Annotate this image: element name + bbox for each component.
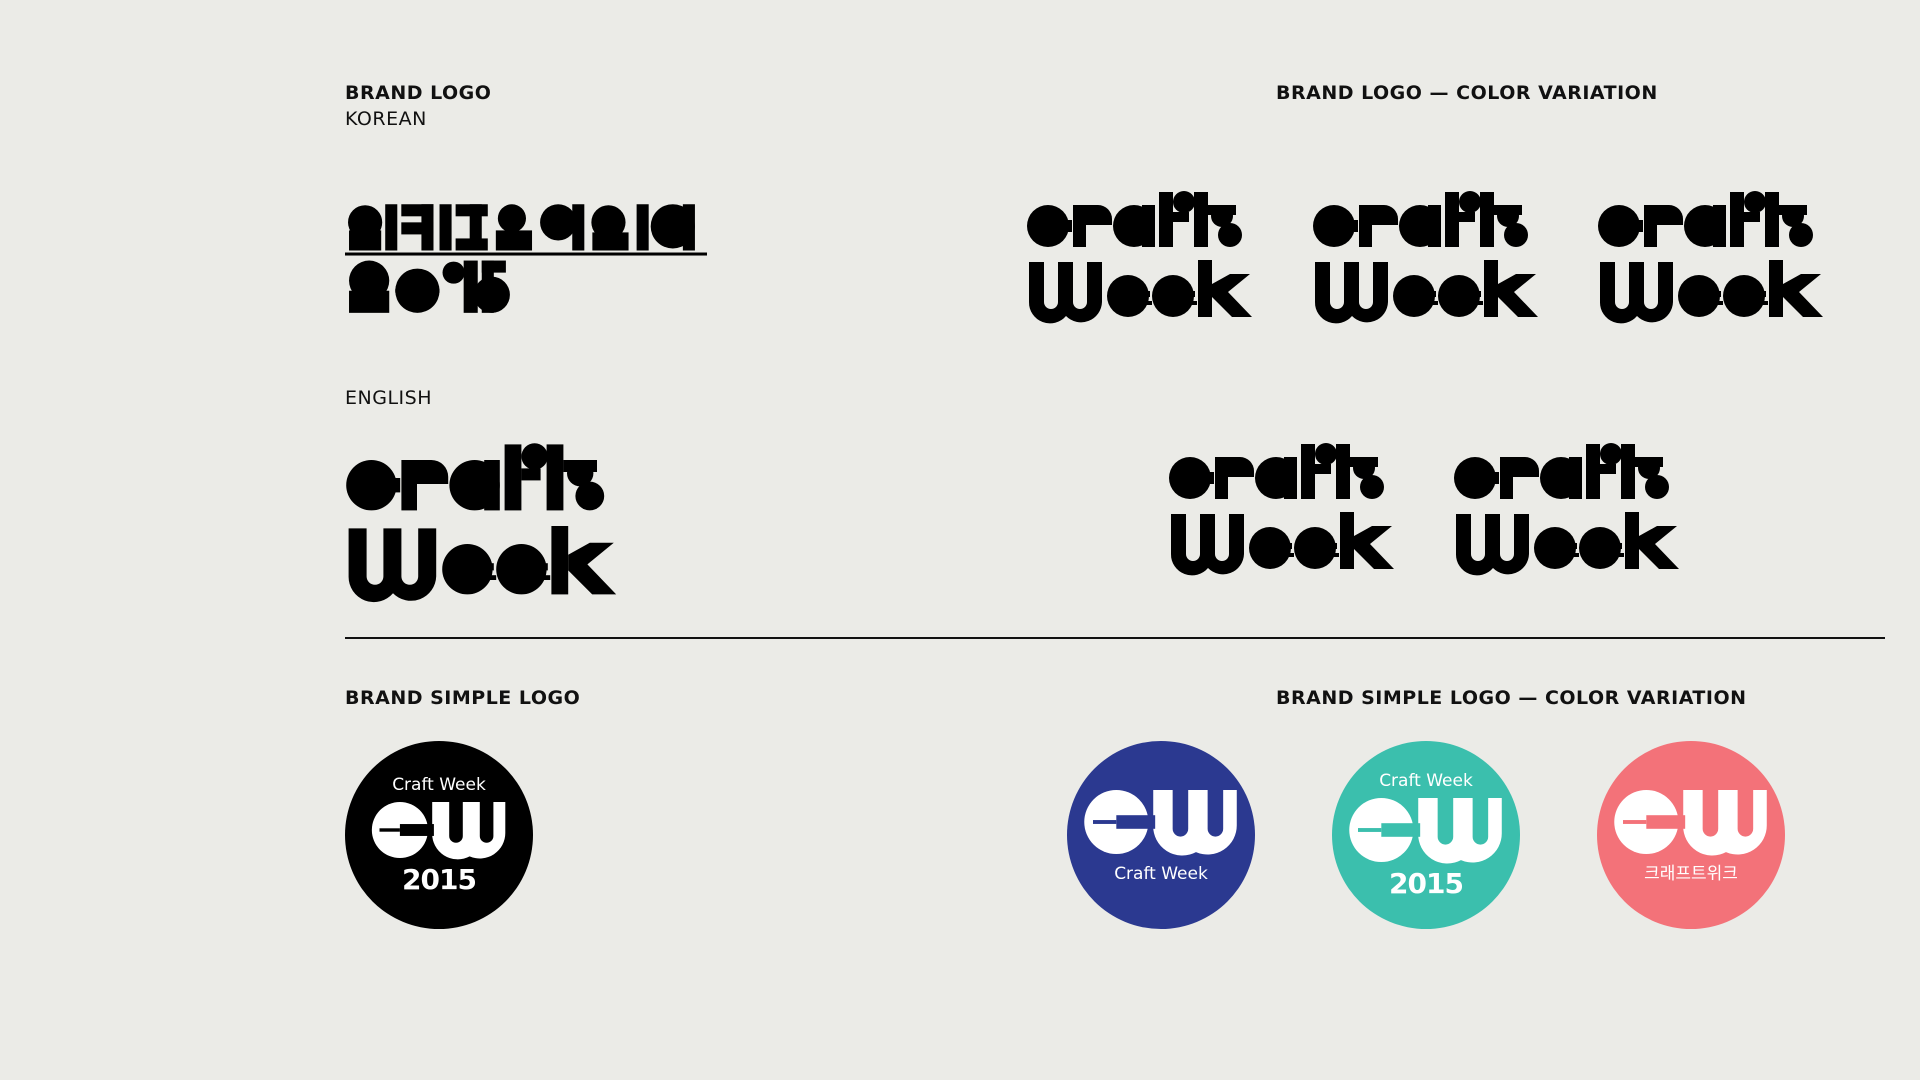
- simple-logo-navy: Craft Week: [1067, 741, 1255, 929]
- wordmark-yellow: [1453, 432, 1683, 582]
- wordmark-gray-graphic: [1168, 432, 1398, 582]
- wordmark-teal-graphic: [1597, 180, 1827, 330]
- cw-monogram: [371, 800, 507, 860]
- badge-top-text: Craft Week: [392, 774, 486, 795]
- korean-logo-graphic: [345, 180, 707, 320]
- badge-year-text: 2015: [1389, 866, 1464, 900]
- simple-color-variation-heading: BRAND SIMPLE LOGO — COLOR VARIATION: [1276, 687, 1747, 709]
- simple-logo-heading: BRAND SIMPLE LOGO: [345, 687, 581, 709]
- korean-logo: [345, 180, 707, 320]
- wordmark-navy: [1026, 180, 1256, 330]
- english-label: ENGLISH: [345, 387, 432, 409]
- badge-top-text: Craft Week: [1379, 770, 1473, 791]
- english-logo-graphic: [345, 430, 621, 610]
- english-logo: [345, 430, 621, 610]
- wordmark-yellow-graphic: [1453, 432, 1683, 582]
- simple-logo-black: Craft Week 2015: [345, 741, 533, 929]
- brand-logo-heading: BRAND LOGO: [345, 82, 492, 104]
- wordmark-gray: [1168, 432, 1398, 582]
- simple-logo-coral: 크래프트위크: [1597, 741, 1785, 929]
- cw-monogram: [1083, 788, 1239, 856]
- korean-label: KOREAN: [345, 108, 427, 130]
- cw-monogram: [1348, 796, 1504, 864]
- section-divider: [345, 637, 1885, 639]
- wordmark-navy-graphic: [1026, 180, 1256, 330]
- simple-logo-teal: Craft Week 2015: [1332, 741, 1520, 929]
- badge-bottom-text: Craft Week: [1114, 863, 1208, 884]
- badge-bottom-text: 크래프트위크: [1644, 863, 1738, 884]
- wordmark-coral: [1312, 180, 1542, 330]
- cw-monogram: [1613, 788, 1769, 856]
- wordmark-teal: [1597, 180, 1827, 330]
- wordmark-coral-graphic: [1312, 180, 1542, 330]
- badge-year-text: 2015: [402, 862, 477, 896]
- color-variation-heading: BRAND LOGO — COLOR VARIATION: [1276, 82, 1658, 104]
